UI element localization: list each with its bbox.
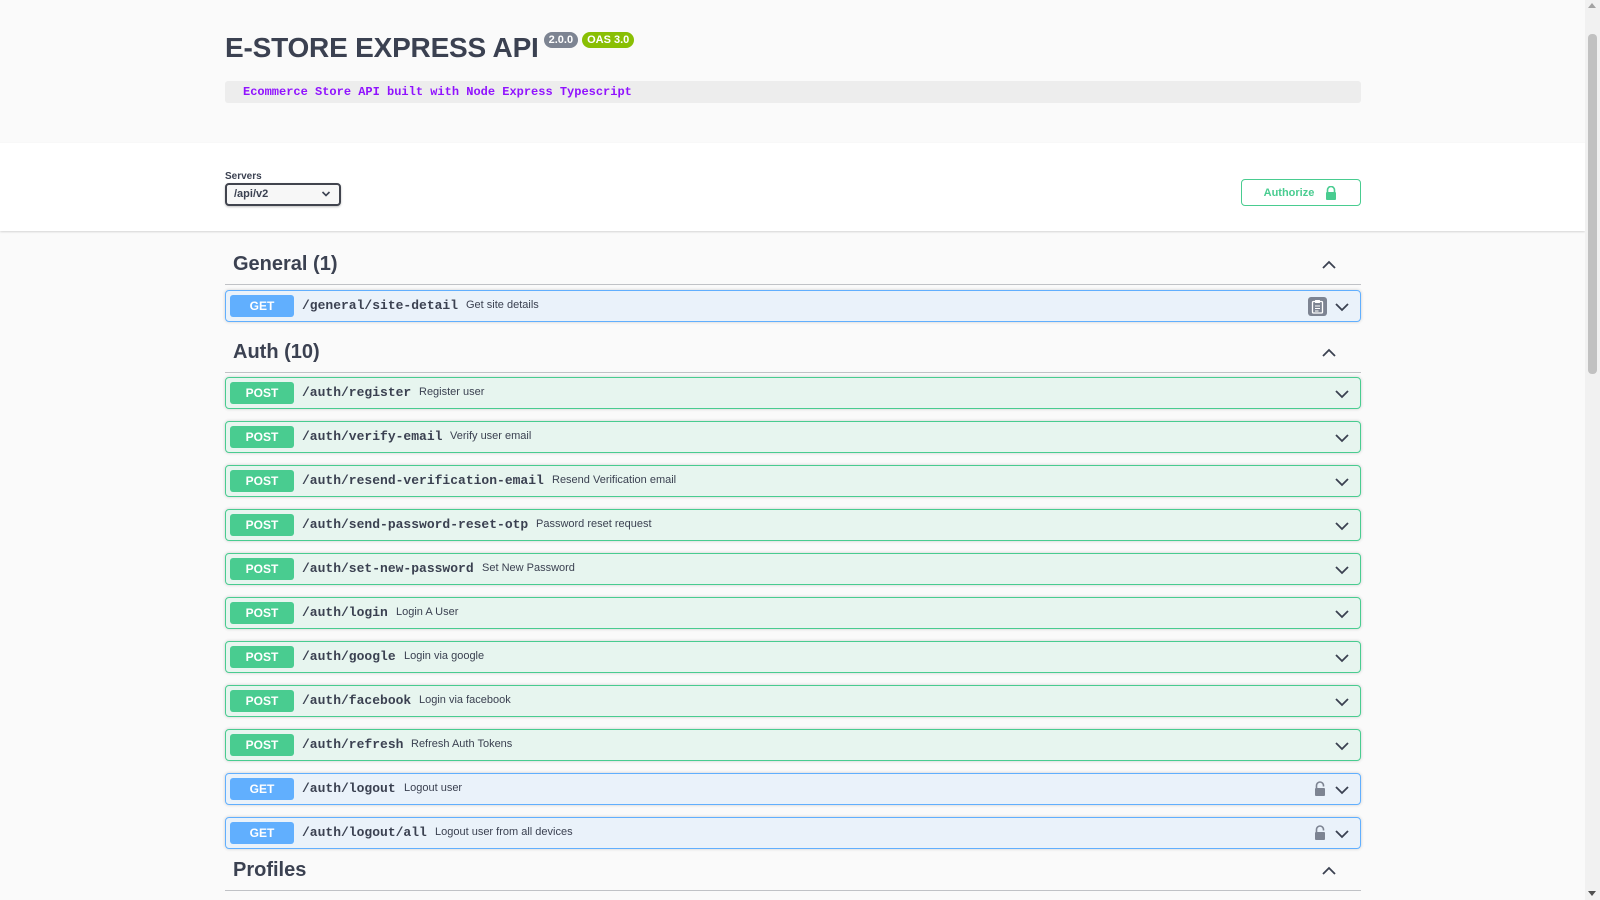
operation-row[interactable]: POST/auth/google Login via google [225, 641, 1361, 673]
servers-select[interactable]: /api/v2 [225, 183, 341, 206]
operation-path: /auth/set-new-password [302, 561, 474, 576]
authorize-button[interactable]: Authorize [1241, 179, 1361, 206]
chevron-down-icon[interactable] [1334, 518, 1350, 534]
operation-row[interactable]: POST/auth/facebook Login via facebook [225, 685, 1361, 717]
method-badge: POST [230, 690, 294, 712]
method-badge: POST [230, 602, 294, 624]
servers-selected-value: /api/v2 [234, 188, 269, 200]
swagger-page: E-STORE EXPRESS API 2.0.0 OAS 3.0 Ecomme… [0, 0, 1585, 900]
operation-path: /auth/send-password-reset-otp [302, 517, 529, 532]
method-badge: POST [230, 382, 294, 404]
scheme-container: Servers /api/v2 Authorize [0, 143, 1585, 231]
title-row: E-STORE EXPRESS API 2.0.0 OAS 3.0 [225, 30, 635, 66]
method-badge: GET [230, 295, 294, 317]
clipboard-icon [1311, 300, 1324, 314]
operation-row[interactable]: GET/general/site-detail Get site details [225, 290, 1361, 322]
tag-section-header[interactable]: Auth (10) [225, 332, 1361, 373]
api-info: E-STORE EXPRESS API 2.0.0 OAS 3.0 Ecomme… [0, 0, 1585, 143]
chevron-down-icon[interactable] [1334, 782, 1350, 798]
chevron-down-icon[interactable] [1334, 738, 1350, 754]
api-description-text: Ecommerce Store API built with Node Expr… [243, 85, 632, 99]
scroll-up-arrow-icon[interactable] [1588, 3, 1596, 8]
chevron-down-icon[interactable] [1334, 694, 1350, 710]
operation-path: /auth/logout/all [302, 825, 427, 840]
operation-summary: Login A User [396, 606, 459, 618]
operation-path: /auth/resend-verification-email [302, 473, 544, 488]
method-badge: POST [230, 426, 294, 448]
operation-row[interactable]: POST/auth/login Login A User [225, 597, 1361, 629]
authorize-label: Authorize [1263, 186, 1315, 199]
chevron-down-icon [321, 191, 331, 197]
page-scrollbar[interactable] [1585, 0, 1600, 900]
chevron-down-icon[interactable] [1334, 299, 1350, 315]
operation-summary: Register user [419, 386, 485, 398]
chevron-down-icon[interactable] [1334, 650, 1350, 666]
chevron-up-icon[interactable] [1321, 257, 1337, 273]
operation-summary: Verify user email [450, 430, 532, 442]
chevron-down-icon[interactable] [1334, 606, 1350, 622]
operation-row[interactable]: POST/auth/verify-email Verify user email [225, 421, 1361, 453]
operation-summary: Logout user [404, 782, 463, 794]
lock-open-icon[interactable] [1313, 781, 1327, 797]
chevron-down-icon[interactable] [1334, 562, 1350, 578]
operation-summary: Password reset request [536, 518, 652, 530]
operation-summary: Get site details [466, 299, 539, 311]
oas-badge: OAS 3.0 [582, 32, 635, 48]
operation-path: /auth/register [302, 385, 412, 400]
method-badge: POST [230, 514, 294, 536]
method-badge: POST [230, 470, 294, 492]
operation-path: /auth/verify-email [302, 429, 443, 444]
servers-label: Servers [225, 171, 262, 182]
method-badge: POST [230, 734, 294, 756]
operation-path: /general/site-detail [302, 298, 459, 313]
operation-summary: Login via facebook [419, 694, 511, 706]
operation-path: /auth/facebook [302, 693, 412, 708]
copy-to-clipboard-button[interactable] [1308, 297, 1327, 316]
operation-row[interactable]: GET/auth/logout Logout user [225, 773, 1361, 805]
operation-summary: Refresh Auth Tokens [411, 738, 513, 750]
api-description: Ecommerce Store API built with Node Expr… [225, 81, 1361, 103]
chevron-down-icon[interactable] [1334, 474, 1350, 490]
chevron-down-icon[interactable] [1334, 430, 1350, 446]
chevron-up-icon[interactable] [1321, 863, 1337, 879]
operation-row[interactable]: POST/auth/send-password-reset-otp Passwor… [225, 509, 1361, 541]
method-badge: GET [230, 778, 294, 800]
operation-summary: Logout user from all devices [435, 826, 573, 838]
tag-section-header[interactable]: General (1) [225, 244, 1361, 285]
api-title: E-STORE EXPRESS API [225, 32, 539, 63]
tag-name: Auth (10) [233, 341, 320, 363]
lock-open-icon[interactable] [1313, 825, 1327, 841]
operation-row[interactable]: GET/auth/logout/all Logout user from all … [225, 817, 1361, 849]
operation-path: /auth/google [302, 649, 396, 664]
operation-summary: Set New Password [482, 562, 575, 574]
operation-path: /auth/refresh [302, 737, 404, 752]
method-badge: POST [230, 558, 294, 580]
chevron-up-icon[interactable] [1321, 345, 1337, 361]
tag-name: Profiles [233, 859, 307, 881]
scrollbar-thumb[interactable] [1588, 34, 1597, 374]
operation-row[interactable]: POST/auth/resend-verification-email Resen… [225, 465, 1361, 497]
method-badge: POST [230, 646, 294, 668]
operation-row[interactable]: POST/auth/refresh Refresh Auth Tokens [225, 729, 1361, 761]
chevron-down-icon[interactable] [1334, 386, 1350, 402]
scroll-down-arrow-icon[interactable] [1588, 891, 1596, 896]
lock-open-icon [1326, 185, 1337, 200]
operation-summary: Resend Verification email [552, 474, 677, 486]
chevron-down-icon[interactable] [1334, 826, 1350, 842]
tag-section-header[interactable]: Profiles [225, 850, 1361, 891]
operation-row[interactable]: POST/auth/set-new-password Set New Passwo… [225, 553, 1361, 585]
tag-name: General (1) [233, 253, 338, 275]
method-badge: GET [230, 822, 294, 844]
operation-path: /auth/login [302, 605, 388, 620]
version-badge: 2.0.0 [543, 32, 579, 48]
operation-summary: Login via google [404, 650, 485, 662]
operation-path: /auth/logout [302, 781, 396, 796]
operation-row[interactable]: POST/auth/register Register user [225, 377, 1361, 409]
